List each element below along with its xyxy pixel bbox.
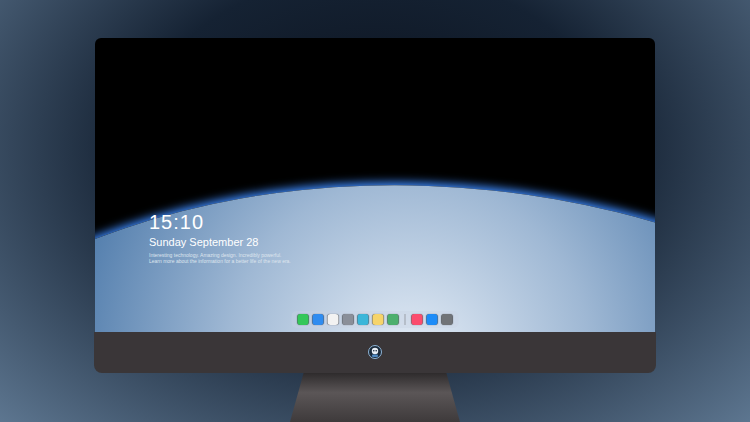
dock-app-icon[interactable] bbox=[328, 314, 339, 325]
caption-line: Learn more about the information for a b… bbox=[149, 258, 291, 264]
lock-info: 15:10Sunday September 28 Interesting tech… bbox=[149, 210, 291, 264]
dock-separator bbox=[405, 314, 406, 325]
dock-app-icon[interactable] bbox=[358, 314, 369, 325]
dock-app-icon[interactable] bbox=[442, 314, 453, 325]
dock-app-icon[interactable] bbox=[373, 314, 384, 325]
dock-app-icon[interactable] bbox=[298, 314, 309, 325]
caption-line: Interesting technology. Amazing design. … bbox=[149, 252, 291, 258]
monitor-chin bbox=[94, 332, 656, 373]
caption: Interesting technology. Amazing design. … bbox=[149, 252, 291, 264]
dock-app-icon[interactable] bbox=[313, 314, 324, 325]
page: 15:10Sunday September 28 Interesting tech… bbox=[0, 0, 750, 422]
dock-app-icon[interactable] bbox=[427, 314, 438, 325]
monitor-stand bbox=[290, 373, 460, 422]
logo-icon bbox=[368, 345, 382, 359]
monitor-screen: 15:10Sunday September 28 Interesting tech… bbox=[95, 38, 655, 332]
clock-time: 15:10 bbox=[149, 210, 291, 234]
clock-date: Sunday September 28 bbox=[149, 235, 291, 249]
dock bbox=[292, 311, 459, 328]
dock-app-icon[interactable] bbox=[412, 314, 423, 325]
dock-app-icon[interactable] bbox=[343, 314, 354, 325]
dock-app-icon[interactable] bbox=[388, 314, 399, 325]
